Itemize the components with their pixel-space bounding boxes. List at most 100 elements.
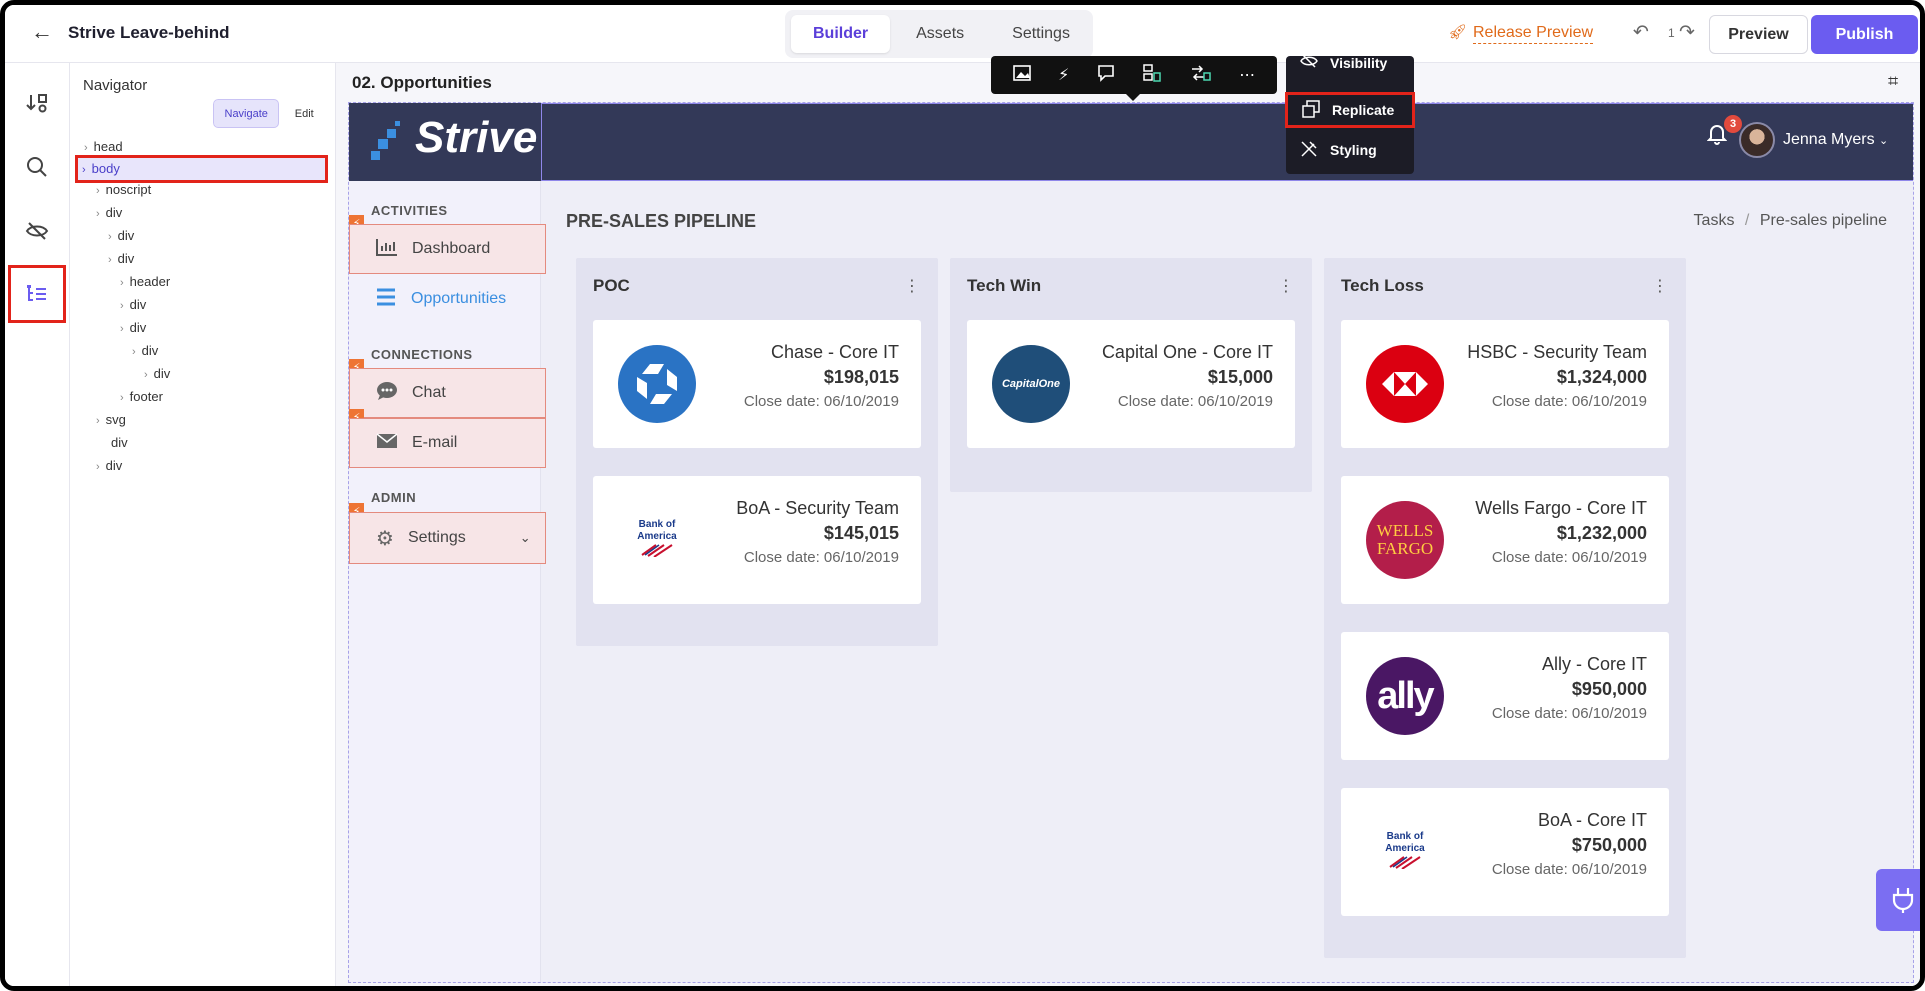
redo-icon[interactable]: ↷ — [1679, 21, 1695, 44]
more-horizontal-icon[interactable]: ⋯ — [1239, 65, 1255, 85]
tree-node-footer[interactable]: › footer — [120, 388, 163, 406]
tree-node-div[interactable]: › div — [120, 296, 146, 314]
left-rail — [5, 63, 70, 986]
deal-card[interactable]: Bank of America BoA - Security Team $145… — [593, 476, 921, 604]
deal-name: BoA - Security Team — [736, 498, 899, 518]
search-icon[interactable] — [17, 147, 57, 187]
page-title: PRE-SALES PIPELINE — [566, 211, 757, 231]
visibility-off-icon[interactable] — [17, 211, 57, 251]
tree-node-label: footer — [129, 389, 163, 404]
menu-item-styling[interactable]: Styling — [1286, 132, 1414, 168]
tree-node-label: div — [129, 297, 147, 312]
tree-node-div[interactable]: › div — [132, 342, 158, 360]
bofa-logo-text: Bank of America — [637, 519, 677, 542]
top-bar: ← Strive Leave-behind Builder Assets Set… — [5, 5, 1920, 63]
deal-close-date: Close date: 06/10/2019 — [1491, 861, 1647, 878]
pipeline-column-poc: POC ⋮ Chase - Core IT $198,015 Close dat… — [576, 258, 938, 646]
deal-name: HSBC - Security Team — [1467, 342, 1647, 362]
breadcrumb-item[interactable]: Tasks — [1694, 212, 1735, 229]
capital-one-logo-icon: CapitalOne — [992, 345, 1070, 423]
menu-item-replicate[interactable]: Replicate — [1285, 92, 1415, 128]
deal-close-date: Close date: 06/10/2019 — [1491, 549, 1647, 566]
menu-item-visibility[interactable]: Visibility — [1286, 56, 1414, 78]
tree-node-div[interactable]: › div — [108, 227, 134, 245]
tree-node-body[interactable]: › body — [75, 155, 328, 183]
more-vertical-icon[interactable]: ⋮ — [1652, 276, 1668, 296]
tree-node-div[interactable]: div — [111, 434, 128, 452]
tree-node-svg[interactable]: › svg — [96, 411, 126, 429]
ally-logo-icon: ally — [1366, 657, 1444, 735]
tree-node-div[interactable]: › div — [108, 250, 134, 268]
tree-node-div[interactable]: › div — [144, 365, 170, 383]
bank-of-america-logo-icon: Bank of America — [618, 501, 696, 579]
plugin-icon[interactable] — [1876, 869, 1920, 931]
publish-button[interactable]: Publish — [1811, 15, 1918, 54]
tree-node-noscript[interactable]: › noscript — [96, 181, 151, 199]
deal-card[interactable]: Bank of America BoA - Core IT $750,000 C… — [1341, 788, 1669, 916]
tree-node-div[interactable]: › div — [96, 204, 122, 222]
canvas: 02. Opportunities ⌗ Strive 3 Jenna Myers… — [336, 63, 1920, 986]
tree-node-label: div — [111, 435, 128, 450]
deal-card[interactable]: WELLS FARGO Wells Fargo - Core IT $1,232,… — [1341, 476, 1669, 604]
more-vertical-icon[interactable]: ⋮ — [1278, 276, 1294, 296]
image-icon[interactable] — [1012, 64, 1031, 86]
interaction-icon[interactable]: ⚡︎ — [1058, 65, 1069, 85]
comment-icon[interactable] — [1097, 64, 1115, 87]
edit-mode-button[interactable]: Edit — [279, 99, 329, 128]
tree-node-div[interactable]: › div — [96, 457, 122, 475]
sidebar-item-settings[interactable]: ⚙︎ Settings ⌄ — [349, 512, 546, 564]
sidebar-item-email[interactable]: E-mail — [349, 418, 546, 468]
tree-node-div[interactable]: › div — [120, 319, 146, 337]
deal-amount: $1,324,000 — [1556, 367, 1647, 387]
deal-card[interactable]: HSBC - Security Team $1,324,000 Close da… — [1341, 320, 1669, 448]
user-menu[interactable]: Jenna Myers ⌄ — [1783, 131, 1888, 149]
navigator-tree-icon[interactable] — [8, 265, 66, 323]
deal-name: Ally - Core IT — [1541, 654, 1647, 674]
wells-fargo-logo-text: WELLS — [1376, 521, 1434, 540]
undo-icon[interactable]: ↶ — [1633, 21, 1649, 44]
sidebar-item-chat[interactable]: Chat — [349, 368, 546, 418]
navigate-mode-button[interactable]: Navigate — [213, 99, 280, 128]
site-preview[interactable]: Strive 3 Jenna Myers ⌄ ACTIVITIES ⚡︎ Das… — [348, 102, 1914, 983]
preview-button[interactable]: Preview — [1709, 15, 1808, 54]
site-header[interactable]: Strive 3 Jenna Myers ⌄ — [349, 103, 1913, 181]
back-arrow-icon[interactable]: ← — [31, 19, 53, 45]
chevron-right-icon: › — [96, 208, 100, 220]
deal-close-date: Close date: 06/10/2019 — [743, 393, 899, 410]
chevron-right-icon: › — [108, 231, 112, 243]
breadcrumb-current: Pre-sales pipeline — [1759, 212, 1887, 229]
tree-node-head[interactable]: › head — [84, 138, 123, 156]
avatar[interactable] — [1739, 122, 1775, 158]
tab-builder[interactable]: Builder — [791, 15, 891, 53]
release-preview-link[interactable]: Release Preview — [1473, 24, 1594, 44]
deal-name: BoA - Core IT — [1537, 810, 1647, 830]
bank-of-america-logo-icon: Bank of America — [1366, 813, 1444, 891]
add-elements-icon[interactable] — [17, 83, 57, 123]
tree-node-header[interactable]: › header — [120, 273, 170, 291]
swap-component-icon[interactable] — [1190, 63, 1212, 88]
tree-node-label: div — [105, 458, 123, 473]
deal-amount: $750,000 — [1571, 835, 1647, 855]
tab-settings[interactable]: Settings — [990, 15, 1092, 53]
deal-card[interactable]: Chase - Core IT $198,015 Close date: 06/… — [593, 320, 921, 448]
component-icon[interactable] — [1142, 63, 1162, 88]
bar-chart-icon — [376, 238, 398, 261]
section-connections: CONNECTIONS — [371, 347, 473, 362]
deal-card[interactable]: ally Ally - Core IT $950,000 Close date:… — [1341, 632, 1669, 760]
element-toolbar: ⚡︎ ⋯ — [991, 56, 1277, 94]
visibility-off-icon — [1300, 56, 1318, 71]
user-name: Jenna Myers — [1783, 131, 1875, 148]
tree-node-label: noscript — [105, 182, 152, 197]
sidebar-item-label: Dashboard — [412, 240, 491, 257]
section-admin: ADMIN — [371, 490, 417, 505]
tab-assets[interactable]: Assets — [894, 15, 986, 53]
chevron-right-icon: › — [84, 142, 88, 154]
more-vertical-icon[interactable]: ⋮ — [904, 276, 920, 296]
chevron-right-icon: › — [96, 461, 100, 473]
sidebar-item-dashboard[interactable]: Dashboard — [349, 224, 546, 274]
deal-card[interactable]: CapitalOne Capital One - Core IT $15,000… — [967, 320, 1295, 448]
sidebar-item-opportunities[interactable]: Opportunities — [349, 274, 546, 324]
frame-icon[interactable]: ⌗ — [1888, 71, 1898, 92]
chevron-down-icon: › — [132, 346, 136, 358]
tree-node-label: div — [105, 205, 123, 220]
